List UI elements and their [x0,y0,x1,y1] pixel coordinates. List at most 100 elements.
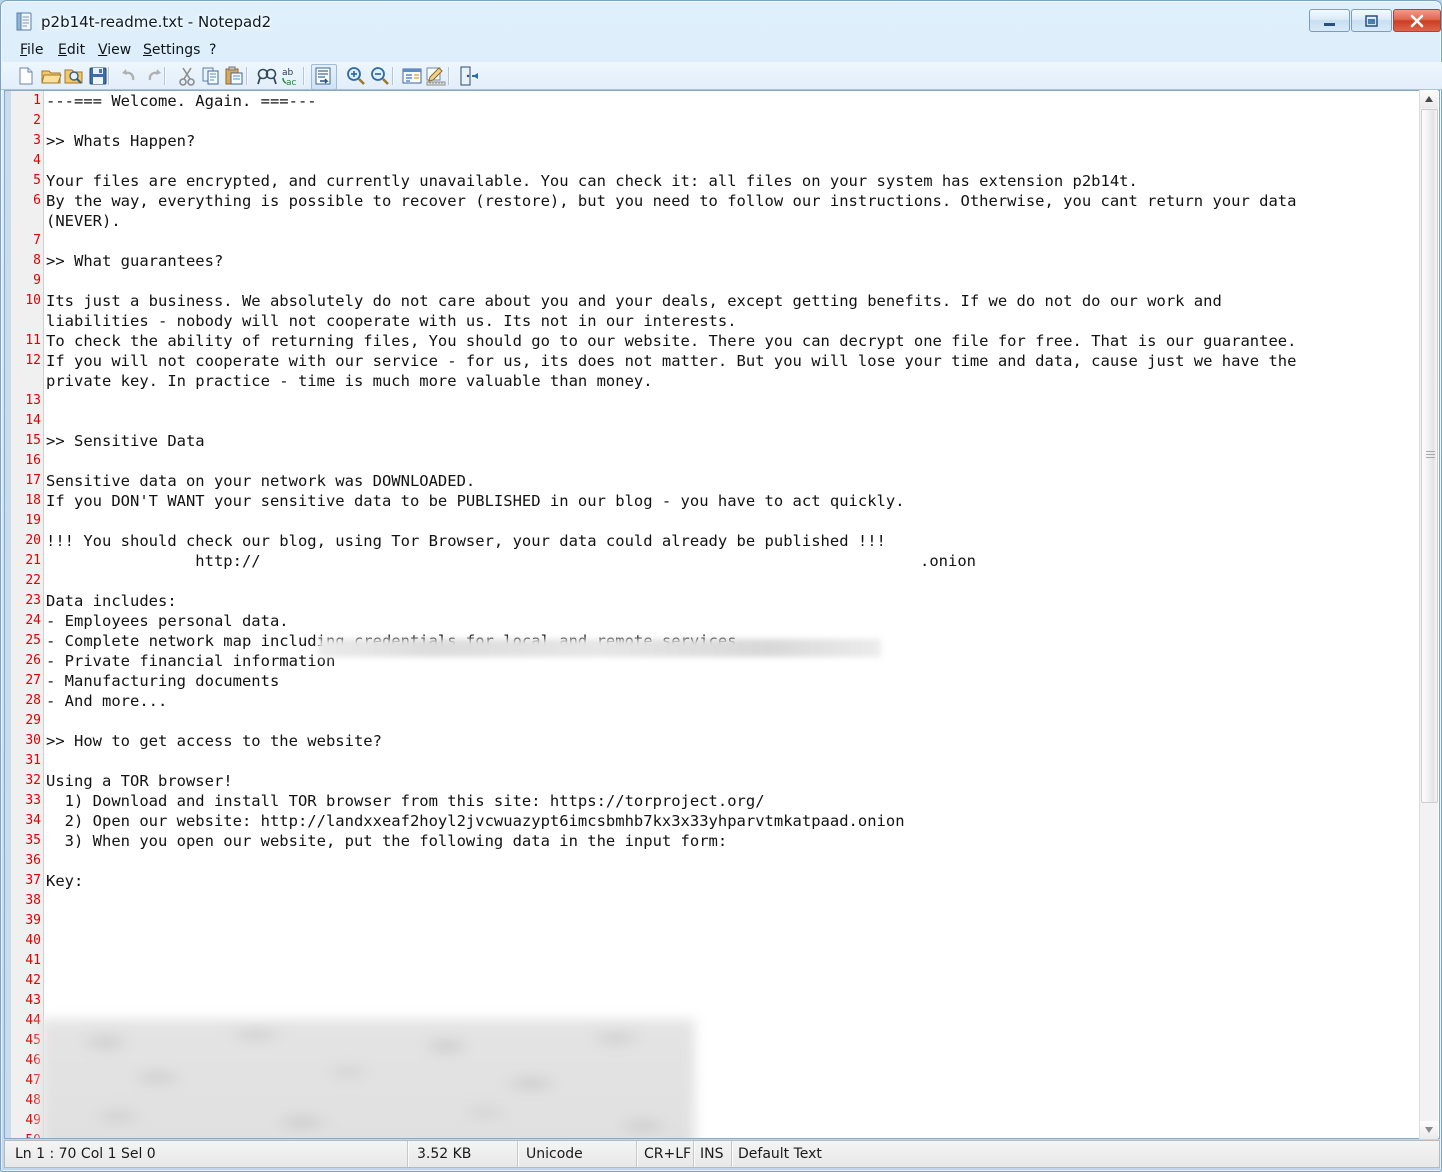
toolbar-separator [303,67,304,85]
notepad-document-icon [15,12,34,31]
text-line: - And more... [46,692,168,710]
line-number: 35 [25,833,41,848]
scheme-icon[interactable] [401,65,423,87]
line-number: 47 [25,1073,41,1088]
line-number: 9 [33,273,41,288]
onion-suffix: .onion [920,552,976,570]
text-line: 2) Open our website: http://landxxeaf2ho… [46,812,905,830]
text-line: To check the ability of returning files,… [46,332,1297,350]
toolbar: ab ac [1,62,1442,90]
scroll-thumb-grip [1426,451,1435,461]
scroll-up-arrow[interactable] [1420,90,1438,108]
redo-icon[interactable] [143,65,165,87]
line-number: 4 [33,153,41,168]
line-number: 8 [33,253,41,268]
line-number: 21 [25,553,41,568]
status-line-endings[interactable]: CR+LF [644,1146,691,1162]
zoom-in-icon[interactable] [345,65,367,87]
menu-item-help[interactable]: ? [204,41,221,59]
line-number: 22 [25,573,41,588]
line-number: 44 [25,1013,41,1028]
minimize-button[interactable] [1309,9,1350,32]
text-line: Data includes: [46,592,177,610]
status-cursor-position: Ln 1 : 70 Col 1 Sel 0 [15,1146,156,1162]
find-icon[interactable] [256,65,278,87]
save-file-icon[interactable] [87,65,109,87]
scroll-down-arrow[interactable] [1420,1121,1438,1139]
svg-text:ab: ab [282,68,294,78]
text-line: - Manufacturing documents [46,672,280,690]
word-wrap-icon[interactable] [311,64,337,90]
menu-item-view[interactable]: View [93,41,136,59]
line-number: 39 [25,913,41,928]
line-number: 45 [25,1033,41,1048]
line-number: 15 [25,433,41,448]
new-file-icon[interactable] [15,65,37,87]
line-number: 43 [25,993,41,1008]
line-number: 48 [25,1093,41,1108]
status-scheme[interactable]: Default Text [738,1146,822,1162]
line-number: 49 [25,1113,41,1128]
line-number: 27 [25,673,41,688]
cut-icon[interactable] [176,65,198,87]
menu-item-edit[interactable]: Edit [53,41,90,59]
line-number: 31 [25,753,41,768]
text-line: >> Whats Happen? [46,132,196,150]
status-insert-mode[interactable]: INS [700,1146,724,1162]
line-number: 26 [25,653,41,668]
line-number: 3 [33,133,41,148]
status-bar: Ln 1 : 70 Col 1 Sel 0 3.52 KB Unicode CR… [4,1140,1440,1168]
line-number: 7 [33,233,41,248]
toolbar-separator [108,67,109,85]
line-number: 13 [25,393,41,408]
browse-file-icon[interactable] [63,65,85,87]
document-text[interactable]: ---=== Welcome. Again. ===--- >> Whats Ha… [44,91,1439,1138]
text-line: 3) When you open our website, put the fo… [46,832,728,850]
exit-icon[interactable] [457,65,479,87]
status-file-size[interactable]: 3.52 KB [417,1146,471,1162]
text-line: >> How to get access to the website? [46,732,382,750]
text-line-wrapped: liabilities - nobody will not cooperate … [46,312,737,330]
menu-item-file[interactable]: File [15,41,48,59]
line-number: 41 [25,953,41,968]
vertical-scrollbar[interactable] [1419,90,1438,1139]
status-encoding[interactable]: Unicode [526,1146,583,1162]
line-number: 34 [25,813,41,828]
title-bar: p2b14t-readme.txt - Notepad2 [1,1,1442,41]
text-line: If you will not cooperate with our servi… [46,352,1297,370]
toolbar-separator [392,67,393,85]
line-number: 17 [25,473,41,488]
line-number: 40 [25,933,41,948]
open-file-icon[interactable] [40,65,62,87]
gutter-margin [5,91,11,1138]
line-number: 23 [25,593,41,608]
text-line-wrapped: private key. In practice - time is much … [46,372,653,390]
line-number: 29 [25,713,41,728]
copy-icon[interactable] [200,65,222,87]
line-number: 24 [25,613,41,628]
toolbar-separator [164,67,165,85]
replace-icon[interactable]: ab ac [281,65,303,87]
line-number: 19 [25,513,41,528]
toolbar-separator [246,67,247,85]
line-number: 37 [25,873,41,888]
text-line: By the way, everything is possible to re… [46,192,1297,210]
scheme-options-icon[interactable] [425,65,447,87]
toolbar-separator [448,67,449,85]
line-number: 42 [25,973,41,988]
menu-item-settings[interactable]: Settings [138,41,205,59]
line-number: 38 [25,893,41,908]
vertical-scroll-thumb[interactable] [1421,109,1438,803]
close-button[interactable] [1393,9,1441,32]
paste-icon[interactable] [223,65,245,87]
zoom-out-icon[interactable] [369,65,391,87]
encryption-key-redaction [40,1019,695,1138]
text-editor-area[interactable]: 1 2 3 4 5 6 7 8 9 10 11 12 13 14 15 16 17 18 19 20 21 22 23 24 2… [4,90,1440,1139]
text-line: - Private financial information [46,652,336,670]
onion-url-redaction [318,639,881,657]
menu-bar: File Edit View Settings ? [1,39,1442,61]
maximize-button[interactable] [1351,9,1392,32]
undo-icon[interactable] [118,65,140,87]
text-line: 1) Download and install TOR browser from… [46,792,765,810]
line-number: 6 [33,193,41,208]
